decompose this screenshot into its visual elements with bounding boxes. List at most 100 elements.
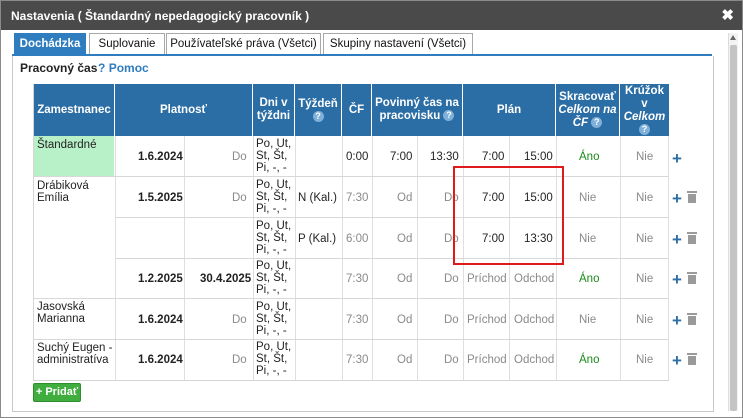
plan-to[interactable]: Odchod (514, 354, 554, 366)
valid-from[interactable]: 1.6.2024 (138, 314, 183, 326)
employee-name[interactable]: Štandardné (37, 139, 96, 151)
cf-value[interactable]: 0:00 (346, 151, 368, 163)
scrollbar[interactable] (728, 33, 738, 411)
trash-icon[interactable] (687, 313, 697, 325)
days-of-week[interactable]: Po, Ut, St, Št, Pi, -, - (256, 301, 291, 337)
valid-to[interactable]: Do (232, 314, 247, 326)
valid-to[interactable]: Do (232, 354, 247, 366)
plan-from[interactable]: 7:00 (482, 151, 504, 163)
days-of-week[interactable]: Po, Ut, St, Št, Pi, -, - (256, 341, 291, 377)
days-text: Pi, -, - (256, 244, 287, 256)
req-line-1: Povinný čas na (375, 97, 459, 109)
shorten-value[interactable]: Nie (579, 233, 596, 245)
week-type[interactable]: N (Kal.) (298, 192, 337, 204)
required-from[interactable]: Od (397, 354, 412, 366)
days-of-week[interactable]: Po, Ut, St, Št, Pi, -, - (256, 220, 291, 256)
days-text: St, Št, (256, 272, 288, 284)
circle-value[interactable]: Nie (636, 233, 653, 245)
cf-value[interactable]: 7:30 (346, 192, 368, 204)
days-of-week[interactable]: Po, Ut, St, Št, Pi, -, - (256, 179, 291, 215)
required-to[interactable]: Do (444, 273, 459, 285)
help-link[interactable]: ? Pomoc (98, 61, 149, 75)
shorten-value[interactable]: Áno (579, 354, 599, 366)
circle-value[interactable]: Nie (636, 354, 653, 366)
circle-value[interactable]: Nie (636, 192, 653, 204)
tab-user-rights[interactable]: Používateľské práva (Všetci) (166, 33, 321, 55)
week-help-icon[interactable]: ? (312, 111, 324, 122)
required-to[interactable]: 13:30 (430, 151, 459, 163)
short-line-3: ČF ? (573, 117, 603, 130)
add-row-icon[interactable]: + (672, 190, 682, 207)
circle-value[interactable]: Nie (636, 151, 653, 163)
days-text: Pi, -, - (256, 203, 287, 215)
valid-from[interactable]: 1.2.2025 (138, 273, 183, 285)
valid-to[interactable]: 30.4.2025 (200, 273, 251, 285)
employee-name[interactable]: Jasovská Marianna (37, 301, 85, 325)
circle-value[interactable]: Nie (636, 273, 653, 285)
close-icon[interactable]: ✖ (721, 6, 734, 24)
dialog-title: Nastavenia ( Štandardný nepedagogický pr… (11, 9, 310, 23)
col-header-employee: Zamestnanec (34, 84, 115, 136)
cf-value[interactable]: 6:00 (346, 233, 368, 245)
valid-from[interactable]: 1.6.2024 (138, 354, 183, 366)
valid-to[interactable]: Do (232, 151, 247, 163)
name-line: administratíva (37, 354, 109, 366)
add-row-icon[interactable]: + (672, 231, 682, 248)
required-help-icon[interactable]: ? (443, 110, 455, 122)
days-of-week[interactable]: Po, Ut, St, Št, Pi, -, - (256, 260, 291, 296)
days-text: Po, Ut, (256, 301, 292, 313)
shorten-value[interactable]: Nie (579, 192, 596, 204)
required-from[interactable]: 7:00 (390, 151, 412, 163)
scroll-up-icon[interactable] (730, 35, 736, 40)
row-sep (34, 176, 669, 177)
add-button[interactable]: + Pridať (33, 383, 81, 402)
required-from[interactable]: Od (397, 314, 412, 326)
plan-from[interactable]: Príchod (467, 273, 507, 285)
circle-line-1: Krúžok (625, 85, 664, 97)
add-row-icon[interactable]: + (672, 352, 682, 369)
tab-substitution[interactable]: Suplovanie (89, 33, 165, 55)
valid-from[interactable]: 1.5.2025 (138, 192, 183, 204)
days-text: Po, Ut, (256, 341, 292, 353)
required-from[interactable]: Od (397, 273, 412, 285)
cf-value[interactable]: 7:30 (346, 354, 368, 366)
col-header-validity: Platnosť (115, 84, 253, 136)
circle-value[interactable]: Nie (636, 314, 653, 326)
plan-to[interactable]: Odchod (514, 273, 554, 285)
trash-icon[interactable] (687, 191, 697, 203)
add-row-icon[interactable]: + (672, 150, 682, 167)
trash-icon[interactable] (687, 272, 697, 284)
tab-settings-groups[interactable]: Skupiny nastavení (Všetci) (323, 33, 473, 55)
tab-attendance[interactable]: Dochádzka (14, 33, 86, 56)
days-of-week[interactable]: Po, Ut, St, Št, Pi, -, - (256, 138, 291, 174)
cf-value[interactable]: 7:30 (346, 314, 368, 326)
required-from[interactable]: Od (397, 233, 412, 245)
week-type[interactable]: P (Kal.) (298, 233, 336, 245)
required-to[interactable]: Do (444, 314, 459, 326)
employee-name[interactable]: Drábiková Emília (37, 180, 89, 204)
valid-to[interactable]: Do (232, 192, 247, 204)
plan-from[interactable]: Príchod (467, 354, 507, 366)
shorten-help-icon[interactable]: ? (591, 116, 603, 128)
shorten-value[interactable]: Áno (579, 273, 599, 285)
plan-to[interactable]: Odchod (514, 314, 554, 326)
employee-name[interactable]: Suchý Eugen - administratíva (37, 342, 112, 366)
add-row-icon[interactable]: + (672, 271, 682, 288)
cf-value[interactable]: 7:30 (346, 273, 368, 285)
valid-from[interactable]: 1.6.2024 (138, 151, 183, 163)
row-sep (115, 217, 669, 218)
shorten-value[interactable]: Nie (579, 314, 596, 326)
plan-from[interactable]: Príchod (467, 314, 507, 326)
days-text: St, Št, (256, 191, 288, 203)
plan-to[interactable]: 15:00 (524, 151, 553, 163)
circle-help-icon[interactable]: ? (639, 124, 650, 135)
section-title: Pracovný čas (20, 61, 98, 75)
short-line-2: Celkom na (558, 103, 617, 116)
scroll-thumb[interactable] (730, 45, 737, 411)
add-row-icon[interactable]: + (672, 312, 682, 329)
shorten-value[interactable]: Áno (579, 151, 599, 163)
trash-icon[interactable] (687, 353, 697, 365)
required-to[interactable]: Do (444, 354, 459, 366)
required-from[interactable]: Od (397, 192, 412, 204)
trash-icon[interactable] (687, 232, 697, 244)
